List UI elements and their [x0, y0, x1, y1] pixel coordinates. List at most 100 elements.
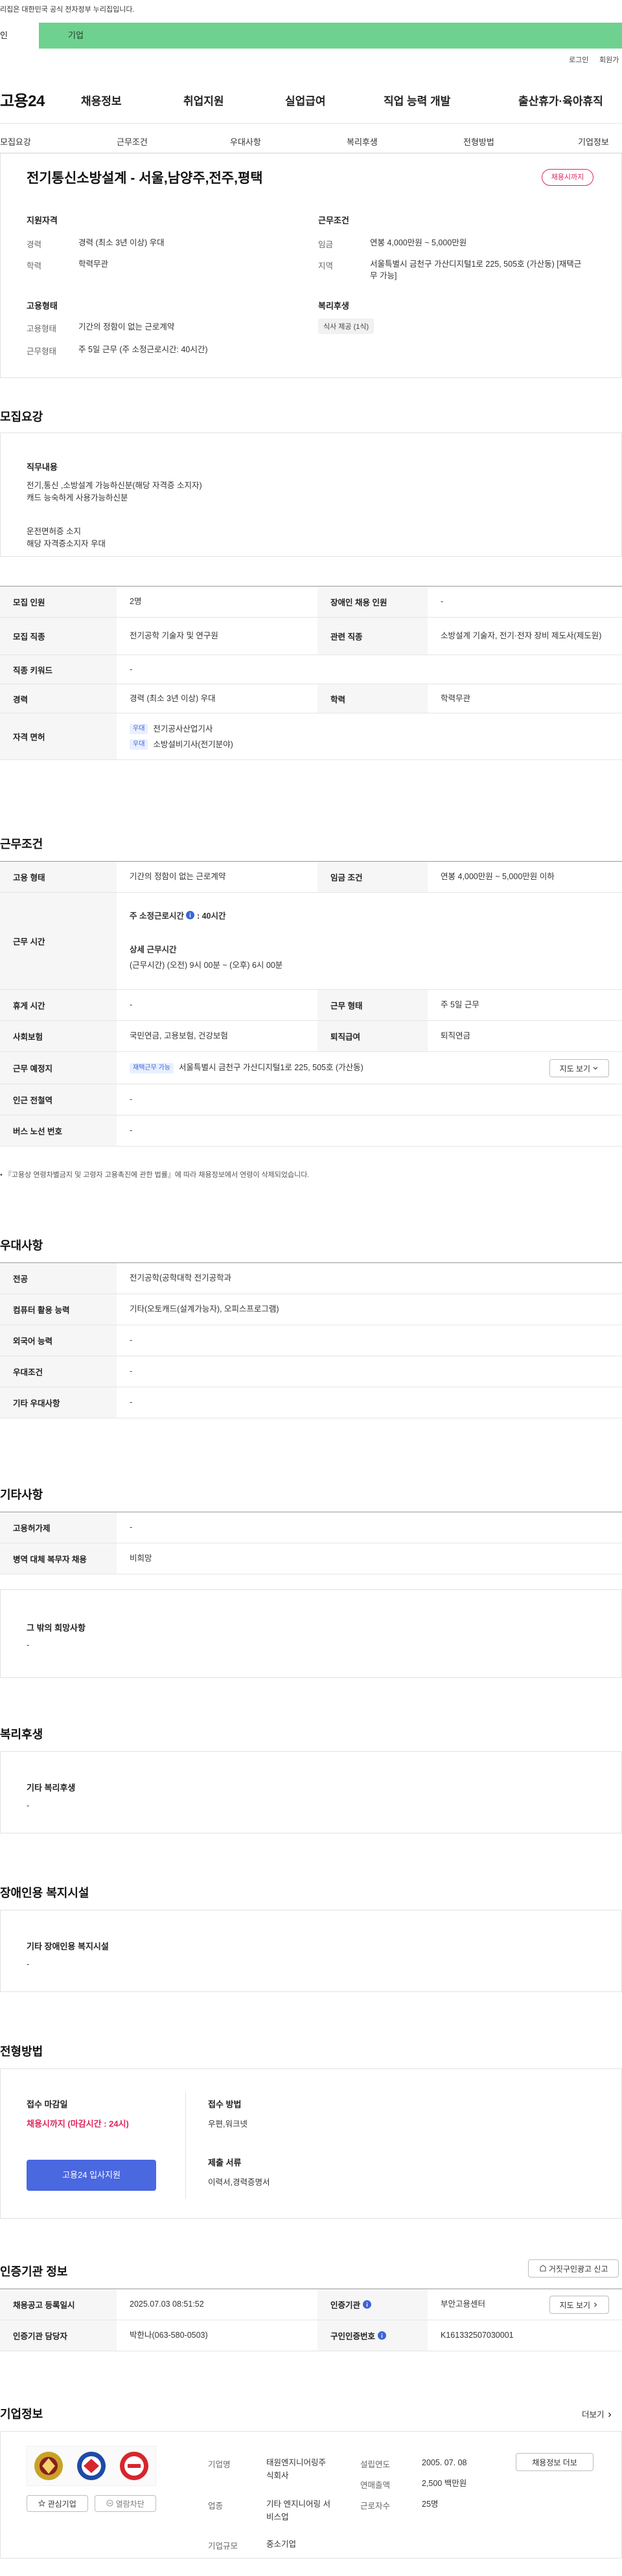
welfare-label: 기타 복리후생: [27, 1783, 76, 1793]
summary-label: 경력: [27, 240, 42, 249]
tab-recruit[interactable]: 모집요강: [0, 135, 31, 148]
cell-value: 박한나(063-580-0503): [117, 2320, 317, 2351]
more-label: 더보기: [582, 2410, 605, 2419]
other-wishes-label: 그 밖의 희망사항: [27, 1623, 86, 1633]
star-icon: [38, 2496, 46, 2512]
table-row: 근무 예정지 재택근무 가능 서울특별시 금천구 가산디지털1로 225, 505…: [0, 1051, 622, 1084]
table-row: 외국어 능력 -: [0, 1325, 622, 1356]
hours-gap: [130, 923, 609, 944]
company-jobs-button[interactable]: 채용정보 더보: [516, 2453, 593, 2471]
cell-value: 연봉 4,000만원 ~ 5,000만원 이하: [428, 861, 622, 893]
etc-table: 고용허가제 - 병역 대체 복무자 채용 비희망: [0, 1512, 622, 1574]
summary-value: 주 5일 근무 (주 소정근로시간: 40시간): [78, 345, 208, 354]
remote-work-tag: 재택근무 가능: [130, 1062, 174, 1073]
cell-label: 우대조건: [0, 1356, 117, 1387]
gov-banner: 리집은 대한민국 공식 전자정부 누리집입니다.: [0, 6, 135, 14]
table-row: 모집 직종 전기공학 기술자 및 연구원 관련 직종 소방설계 기술자, 전기·…: [0, 617, 622, 655]
map-button[interactable]: 지도 보기: [549, 1059, 609, 1077]
deadline-label: 접수 마감일: [27, 2100, 68, 2109]
duty-box: 직무내용 전기,통신 ,소방설계 가능하신분(해당 자격증 소지자) 캐드 능숙…: [0, 432, 622, 557]
section-heading-work: 근무조건: [0, 838, 43, 851]
tab-company[interactable]: 기업: [39, 23, 622, 49]
tab-company[interactable]: 기업정보: [578, 135, 609, 148]
apply-button[interactable]: 고용24 입사지원: [27, 2160, 156, 2191]
duty-line: 전기,통신 ,소방설계 가능하신분(해당 자격증 소지자): [27, 481, 202, 490]
table-row: 기타 우대사항 -: [0, 1387, 622, 1418]
cell-label: 경력: [0, 684, 117, 713]
duty-text: 전기,통신 ,소방설계 가능하신분(해당 자격증 소지자) 캐드 능숙하게 사용…: [27, 480, 202, 550]
cell-label: 근무 형태: [317, 989, 428, 1021]
tab-work-conditions[interactable]: 근무조건: [117, 135, 148, 148]
license-name: 소방설비기사(전기분야): [153, 739, 233, 749]
tab-person[interactable]: 인: [0, 23, 39, 49]
company-employees: 25명: [422, 2500, 439, 2509]
tab-selection[interactable]: 전형방법: [463, 135, 494, 148]
nav-training[interactable]: 직업 능력 개발: [384, 92, 450, 108]
selection-box: 접수 마감일 채용시까지 (마감시간 : 24시) 고용24 입사지원 접수 방…: [0, 2068, 622, 2219]
company-more-link[interactable]: 더보기: [582, 2408, 613, 2420]
section-heading-certification: 인증기관 정보: [0, 2265, 68, 2278]
welfare-box: 기타 복리후생 -: [0, 1751, 622, 1833]
cell-label: 버스 노선 번호: [0, 1115, 117, 1147]
signup-link[interactable]: 회원가: [599, 54, 619, 65]
table-row: 인근 전철역 -: [0, 1084, 622, 1115]
cell-label: 외국어 능력: [0, 1325, 117, 1356]
nav-job-info[interactable]: 채용정보: [81, 92, 122, 108]
cell-value: 기간의 정함이 없는 근로계약: [117, 861, 317, 893]
nav-unemployment[interactable]: 실업급여: [285, 92, 326, 108]
cell-value: 경력 (최소 3년 이상) 우대: [117, 684, 317, 713]
favorite-label: 관심기업: [47, 2499, 76, 2509]
section-heading-preference: 우대사항: [0, 1239, 43, 1252]
block-label: 열람차단: [115, 2499, 144, 2509]
cell-label: 인증기관 담당자: [0, 2320, 117, 2351]
cell-value: -: [117, 1115, 622, 1147]
cell-value: -: [117, 655, 622, 684]
site-tabs: 인 기업: [0, 23, 622, 49]
section-heading-recruit: 모집요강: [0, 410, 43, 423]
cell-value: 기타(오토캐드(설계가능자), 오피스프로그램): [117, 1294, 622, 1325]
table-row: 병역 대체 복무자 채용 비희망: [0, 1543, 622, 1574]
deadline-value: 채용시까지 (마감시간 : 24시): [27, 2119, 129, 2129]
block-company-button[interactable]: 열람차단: [95, 2495, 156, 2512]
section-heading-welfare: 복리후생: [0, 1728, 43, 1741]
agency-cell: 부안고용센터 지도 보기: [428, 2289, 622, 2320]
table-row: 경력 경력 (최소 3년 이상) 우대 학력 학력무관: [0, 684, 622, 713]
table-row: 컴퓨터 활용 능력 기타(오토캐드(설계가능자), 오피스프로그램): [0, 1294, 622, 1325]
tab-welfare[interactable]: 복리후생: [347, 135, 378, 148]
summary-value: 서울특별시 금천구 가산디지털1로 225, 505호 (가산동) [재택근무 …: [370, 260, 582, 280]
login-link[interactable]: 로그인: [569, 54, 588, 65]
certification-table: 채용공고 등록일시 2025.07.03 08:51:52 인증기관 부안고용센…: [0, 2289, 622, 2351]
other-wishes-value: -: [27, 1641, 30, 1650]
nav-job-support[interactable]: 취업지원: [183, 92, 224, 108]
logo-emblem-3: [120, 2452, 148, 2480]
welfare-heading: 복리후생: [318, 301, 349, 311]
other-wishes-box: 그 밖의 희망사항 -: [0, 1589, 622, 1678]
summary-label: 임금: [318, 240, 334, 249]
info-icon[interactable]: [362, 2300, 371, 2311]
info-icon[interactable]: [377, 2331, 386, 2342]
nav-parental-leave[interactable]: 출산휴가·육아휴직: [518, 92, 603, 108]
cell-value: -: [117, 1512, 622, 1543]
company-field-label: 설립연도: [360, 2460, 391, 2469]
cell-label: 자격 면허: [0, 713, 117, 760]
disability-label: 기타 장애인용 복지시설: [27, 1942, 109, 1951]
summary-label: 학력: [27, 262, 42, 271]
tab-preference[interactable]: 우대사항: [230, 135, 261, 148]
report-false-ad-button[interactable]: 거짓구인광고 신고: [528, 2259, 619, 2278]
company-field-label: 기업명: [208, 2460, 231, 2469]
cell-value: -: [117, 1356, 622, 1387]
duty-label: 직무내용: [27, 462, 58, 472]
company-field-label: 근로자수: [360, 2502, 391, 2511]
table-row: 고용 형태 기간의 정함이 없는 근로계약 임금 조건 연봉 4,000만원 ~…: [0, 861, 622, 893]
favorite-company-button[interactable]: 관심기업: [27, 2495, 88, 2512]
agency-value: 부안고용센터: [441, 2300, 486, 2309]
hours-cell: 주 소정근로시간 : 40시간 상세 근무시간 (근무시간) (오전) 9시 0…: [117, 892, 622, 990]
info-icon[interactable]: [186, 910, 195, 923]
agency-map-button[interactable]: 지도 보기: [549, 2296, 609, 2314]
site-logo[interactable]: 고용24: [0, 88, 45, 111]
age-law-note: • 『고용상 연령차별금지 및 고령자 고용촉진에 관한 법률』에 따라 채용정…: [0, 1171, 310, 1179]
section-heading-etc: 기타사항: [0, 1488, 43, 1501]
chevron-down-icon: [592, 1060, 599, 1077]
cell-label: 컴퓨터 활용 능력: [0, 1294, 117, 1325]
docs-value: 이력서,경력증명서: [208, 2178, 270, 2187]
